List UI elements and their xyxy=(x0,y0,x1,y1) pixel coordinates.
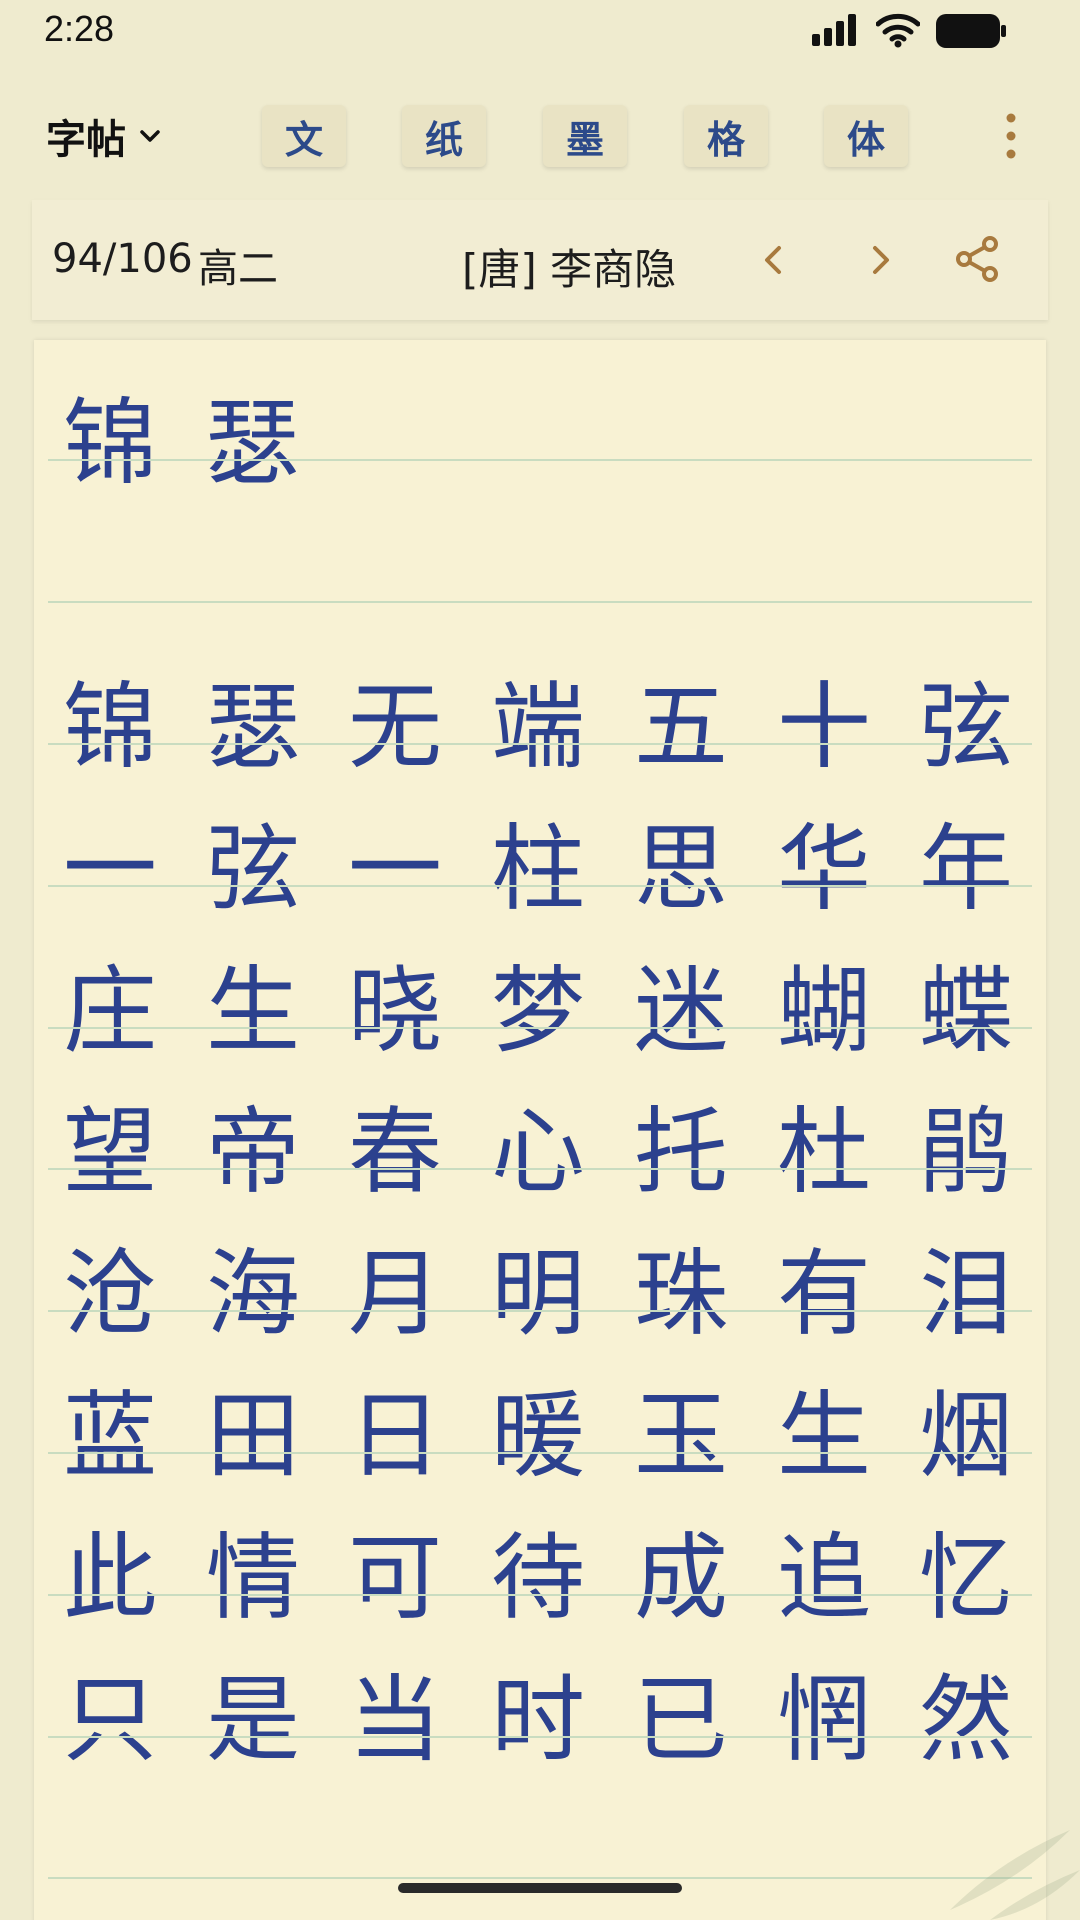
practice-char: 无 xyxy=(347,673,442,782)
title-char: 瑟 xyxy=(204,389,299,498)
practice-char: 明 xyxy=(490,1240,585,1349)
practice-char: 泪 xyxy=(918,1240,1013,1349)
practice-char: 十 xyxy=(776,673,871,782)
home-indicator xyxy=(398,1883,682,1893)
practice-char: 可 xyxy=(347,1524,442,1633)
guide-line xyxy=(48,601,1032,603)
practice-char: 暖 xyxy=(490,1382,585,1491)
practice-char: 一 xyxy=(62,815,157,924)
practice-char: 弦 xyxy=(918,673,1013,782)
guide-line xyxy=(48,459,1032,461)
practice-char: 成 xyxy=(633,1524,728,1633)
guide-line xyxy=(48,743,1032,745)
bamboo-leaf-decoration xyxy=(950,1830,1080,1920)
practice-char: 海 xyxy=(205,1240,300,1349)
practice-char: 五 xyxy=(633,673,728,782)
practice-char: 思 xyxy=(633,815,728,924)
more-vertical-icon[interactable] xyxy=(996,110,1026,162)
practice-char: 柱 xyxy=(490,815,585,924)
guide-line xyxy=(48,1027,1032,1029)
grid-button[interactable]: 格 xyxy=(684,105,768,167)
guide-line xyxy=(48,1168,1032,1170)
battery-icon xyxy=(936,14,1006,48)
practice-char: 年 xyxy=(918,815,1013,924)
status-bar: 2:28 xyxy=(0,0,1080,60)
practice-char: 沧 xyxy=(62,1240,157,1349)
practice-char: 端 xyxy=(490,673,585,782)
copybook-sheet: 锦 瑟 锦瑟无端五十弦一弦一柱思华年庄生晓梦迷蝴蝶望帝春心托杜鹃沧海月明珠有泪蓝… xyxy=(34,340,1046,1920)
practice-char: 迷 xyxy=(633,957,728,1066)
practice-char: 鹃 xyxy=(918,1098,1013,1207)
copybook-selector[interactable]: 字帖 xyxy=(46,110,162,163)
toolbar: 字帖 文 纸 墨 格 体 xyxy=(0,100,1080,172)
font-style-button[interactable]: 体 xyxy=(824,105,908,167)
practice-char: 华 xyxy=(776,815,871,924)
practice-char: 晓 xyxy=(347,957,442,1066)
practice-char: 玉 xyxy=(633,1382,728,1491)
practice-char: 锦 xyxy=(62,673,157,782)
practice-char: 一 xyxy=(347,815,442,924)
info-bar: 94/106 高二 [唐] 李商隐 xyxy=(32,200,1048,320)
guide-line xyxy=(48,1452,1032,1454)
practice-char: 心 xyxy=(490,1098,585,1207)
practice-char: 庄 xyxy=(62,957,157,1066)
practice-char: 瑟 xyxy=(205,673,300,782)
wifi-icon xyxy=(876,13,920,48)
practice-char: 追 xyxy=(776,1524,871,1633)
status-time: 2:28 xyxy=(44,8,115,49)
practice-char: 只 xyxy=(62,1666,157,1775)
chevron-down-icon xyxy=(140,130,160,142)
text-button[interactable]: 文 xyxy=(262,105,346,167)
practice-char: 日 xyxy=(347,1382,442,1491)
author-label: [唐] 李商隐 xyxy=(462,245,677,294)
practice-char: 田 xyxy=(205,1382,300,1491)
chevron-left-icon[interactable] xyxy=(752,238,796,282)
page-counter: 94/106 xyxy=(52,236,193,282)
practice-char: 托 xyxy=(633,1098,728,1207)
practice-char: 情 xyxy=(205,1524,300,1633)
grade-label: 高二 xyxy=(198,246,278,292)
practice-char: 杜 xyxy=(776,1098,871,1207)
practice-char: 有 xyxy=(776,1240,871,1349)
share-icon[interactable] xyxy=(952,234,1002,284)
guide-line xyxy=(48,1310,1032,1312)
paper-button[interactable]: 纸 xyxy=(402,105,486,167)
practice-char: 梦 xyxy=(490,957,585,1066)
practice-char: 忆 xyxy=(918,1524,1013,1633)
practice-char: 惘 xyxy=(776,1666,871,1775)
guide-line xyxy=(48,1594,1032,1596)
practice-char: 月 xyxy=(347,1240,442,1349)
guide-line xyxy=(48,885,1032,887)
practice-char: 是 xyxy=(205,1666,300,1775)
practice-char: 帝 xyxy=(205,1098,300,1207)
guide-line xyxy=(48,1877,1032,1879)
practice-char: 蝴 xyxy=(776,957,871,1066)
practice-char: 然 xyxy=(918,1666,1013,1775)
app-title: 字帖 xyxy=(46,117,126,163)
practice-char: 待 xyxy=(490,1524,585,1633)
practice-char: 弦 xyxy=(205,815,300,924)
practice-char: 时 xyxy=(490,1666,585,1775)
cellular-signal-icon xyxy=(812,14,860,46)
practice-char: 珠 xyxy=(633,1240,728,1349)
practice-char: 蝶 xyxy=(918,957,1013,1066)
practice-char: 春 xyxy=(347,1098,442,1207)
practice-char: 蓝 xyxy=(62,1382,157,1491)
practice-char: 已 xyxy=(633,1666,728,1775)
practice-char: 此 xyxy=(62,1524,157,1633)
title-char: 锦 xyxy=(62,389,157,498)
practice-char: 生 xyxy=(776,1382,871,1491)
practice-char: 生 xyxy=(205,957,300,1066)
practice-char: 当 xyxy=(347,1666,442,1775)
guide-line xyxy=(48,1736,1032,1738)
ink-button[interactable]: 墨 xyxy=(543,105,627,167)
practice-char: 烟 xyxy=(918,1382,1013,1491)
practice-char: 望 xyxy=(62,1098,157,1207)
chevron-right-icon[interactable] xyxy=(858,238,902,282)
